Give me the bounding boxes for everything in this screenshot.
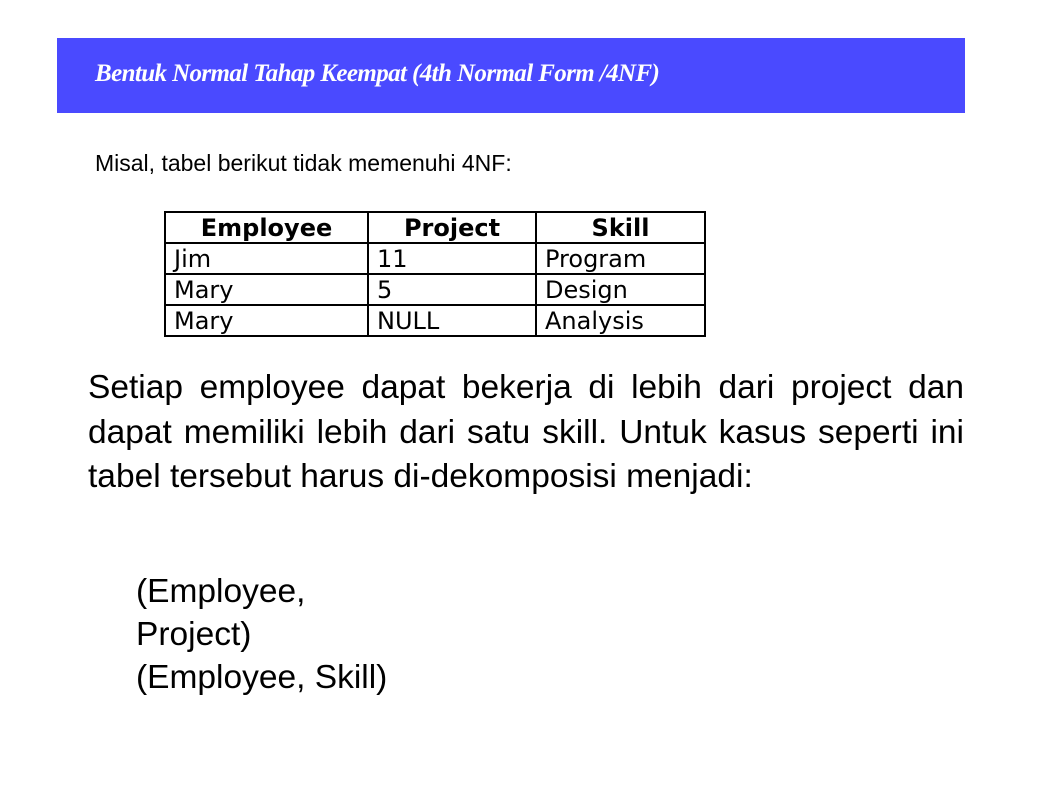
table-cell-project: NULL [367,304,537,337]
table-cell-employee: Mary [164,304,369,337]
table-row: Mary 5 Design [164,273,706,306]
table-cell-skill: Analysis [535,304,706,337]
table-row: Mary NULL Analysis [164,304,706,337]
column-header-project: Project [367,211,537,244]
decomposition-line: Project) [136,616,252,653]
decomposition-list: (Employee, Project) (Employee, Skill) [136,570,387,699]
table-cell-employee: Mary [164,273,369,306]
title-bar: Bentuk Normal Tahap Keempat (4th Normal … [57,38,965,113]
table-cell-skill: Design [535,273,706,306]
table-cell-skill: Program [535,242,706,275]
table-header-row: Employee Project Skill [164,211,706,244]
column-header-employee: Employee [164,211,369,244]
table-cell-employee: Jim [164,242,369,275]
decomposition-line: (Employee, [136,573,306,610]
employee-table: Employee Project Skill Jim 11 Program Ma… [164,211,706,337]
body-paragraph: Setiap employee dapat bekerja di lebih d… [88,369,964,495]
intro-text: Misal, tabel berikut tidak memenuhi 4NF: [95,150,512,176]
table-cell-project: 11 [367,242,537,275]
column-header-skill: Skill [535,211,706,244]
slide-title: Bentuk Normal Tahap Keempat (4th Normal … [95,60,660,87]
table-cell-project: 5 [367,273,537,306]
decomposition-line: (Employee, Skill) [136,659,388,696]
table-row: Jim 11 Program [164,242,706,275]
